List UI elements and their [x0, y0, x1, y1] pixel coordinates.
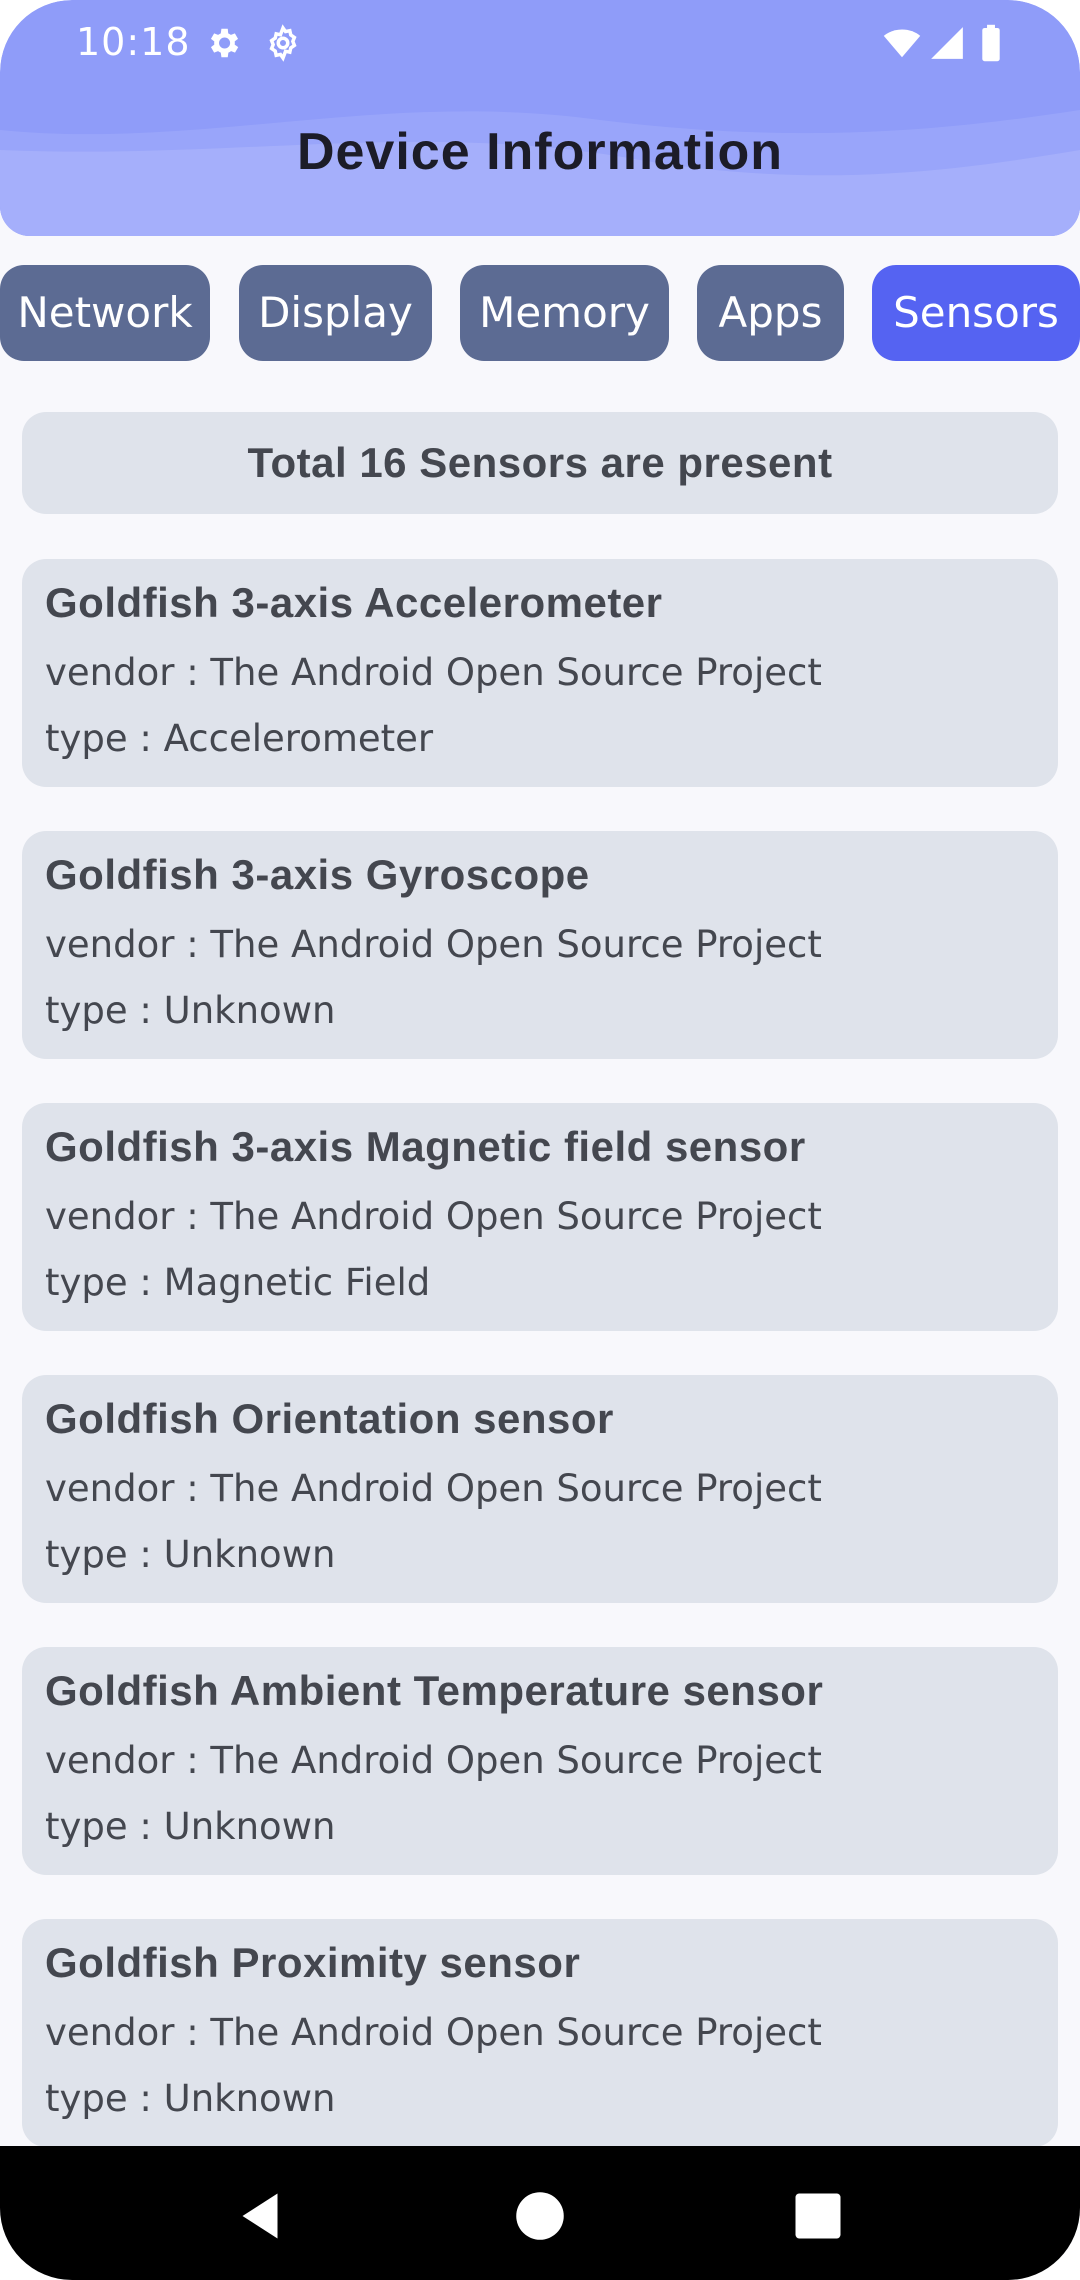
system-navigation-bar: [0, 2146, 1080, 2280]
tab-sensors[interactable]: Sensors: [872, 265, 1080, 361]
sensor-name: Goldfish Ambient Temperature sensor: [45, 1667, 824, 1714]
wifi-icon: [883, 29, 921, 58]
app-screen: 10:18 Device Information Network Display…: [0, 0, 1080, 2280]
tab-network[interactable]: Network: [0, 265, 210, 361]
back-icon[interactable]: [230, 2186, 290, 2246]
sensor-type: type : Unknown: [45, 989, 336, 1032]
status-time: 10:18: [76, 20, 191, 64]
tab-memory[interactable]: Memory: [460, 265, 669, 361]
sensor-card[interactable]: Goldfish 3-axis Gyroscope vendor : The A…: [22, 831, 1058, 1059]
app-header: 10:18 Device Information: [0, 0, 1080, 236]
sensor-card[interactable]: Goldfish 3-axis Accelerometer vendor : T…: [22, 559, 1058, 787]
sensor-card[interactable]: Goldfish Proximity sensor vendor : The A…: [22, 1919, 1058, 2147]
sensor-type: type : Unknown: [45, 1805, 336, 1848]
status-bar: 10:18: [0, 0, 1080, 88]
recents-icon[interactable]: [788, 2186, 848, 2246]
gear-icon: [210, 28, 239, 58]
sensor-card[interactable]: Goldfish 3-axis Magnetic field sensor ve…: [22, 1103, 1058, 1331]
cell-signal-icon: [931, 27, 963, 59]
sensor-vendor: vendor : The Android Open Source Project: [45, 651, 822, 694]
sensor-name: Goldfish Orientation sensor: [45, 1395, 614, 1442]
battery-icon: [982, 24, 1000, 62]
settings-gear-icon: [269, 24, 297, 62]
sensor-name: Goldfish 3-axis Gyroscope: [45, 851, 590, 898]
home-icon[interactable]: [510, 2186, 570, 2246]
category-tabs: Network Display Memory Apps Sensors: [0, 265, 1080, 361]
sensor-type: type : Magnetic Field: [45, 1261, 431, 1304]
sensor-card[interactable]: Goldfish Ambient Temperature sensor vend…: [22, 1647, 1058, 1875]
sensor-count-summary: Total 16 Sensors are present: [22, 412, 1058, 514]
sensor-type: type : Accelerometer: [45, 717, 434, 760]
sensor-vendor: vendor : The Android Open Source Project: [45, 1739, 822, 1782]
sensor-name: Goldfish Proximity sensor: [45, 1939, 581, 1986]
tab-display[interactable]: Display: [239, 265, 432, 361]
sensor-vendor: vendor : The Android Open Source Project: [45, 1467, 822, 1510]
sensor-vendor: vendor : The Android Open Source Project: [45, 1195, 822, 1238]
sensor-type: type : Unknown: [45, 1533, 336, 1576]
sensor-vendor: vendor : The Android Open Source Project: [45, 923, 822, 966]
sensor-name: Goldfish 3-axis Magnetic field sensor: [45, 1123, 806, 1170]
sensor-type: type : Unknown: [45, 2077, 336, 2120]
sensor-name: Goldfish 3-axis Accelerometer: [45, 579, 663, 626]
tab-apps[interactable]: Apps: [697, 265, 844, 361]
page-title: Device Information: [296, 123, 784, 181]
sensor-vendor: vendor : The Android Open Source Project: [45, 2011, 822, 2054]
sensor-card[interactable]: Goldfish Orientation sensor vendor : The…: [22, 1375, 1058, 1603]
